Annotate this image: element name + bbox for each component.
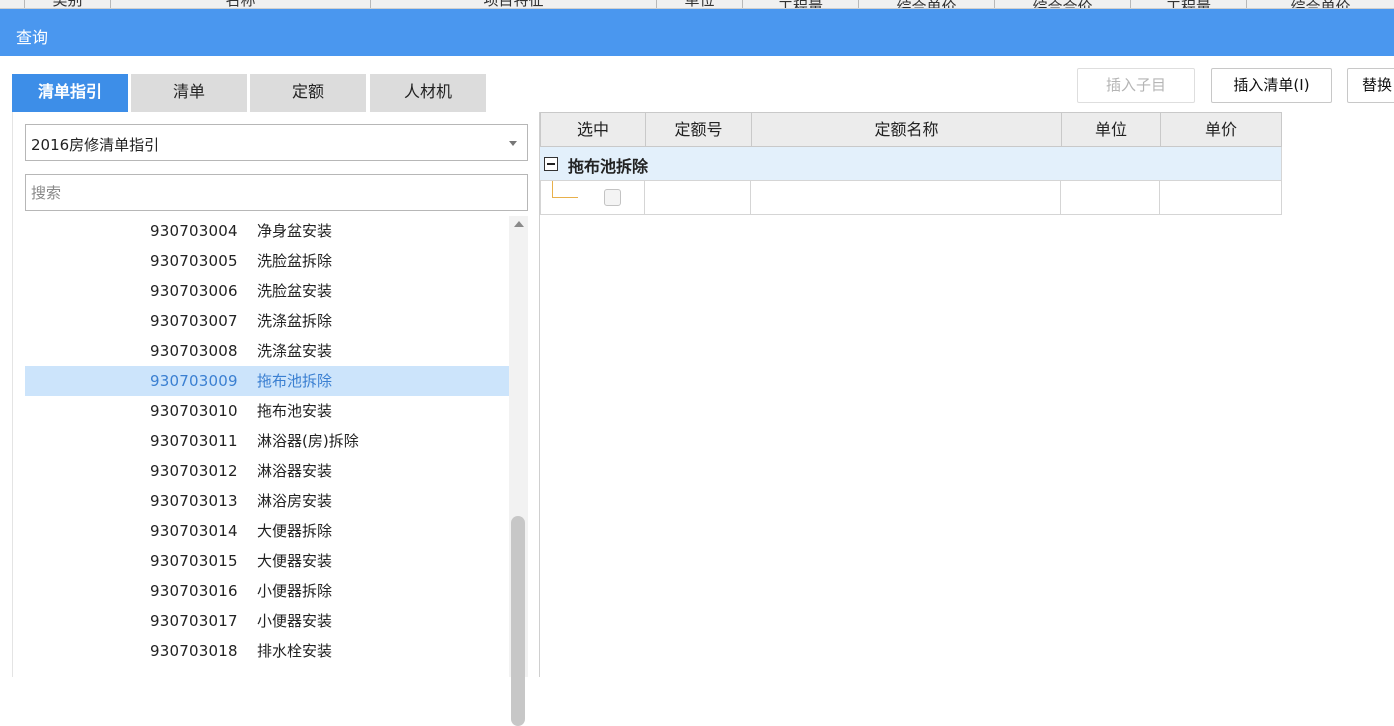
replace-button[interactable]: 替换 — [1347, 68, 1394, 103]
search-field[interactable] — [25, 174, 528, 211]
tree-item[interactable]: 930703005 洗脸盆拆除 — [25, 246, 509, 276]
guide-library-dropdown[interactable]: 2016房修清单指引 — [25, 124, 528, 161]
dialog-title: 查询 — [16, 28, 49, 47]
item-name: 大便器安装 — [257, 552, 333, 570]
column-header-unit-price[interactable]: 单价 — [1160, 112, 1282, 147]
group-row[interactable]: 拖布池拆除 — [540, 147, 1282, 181]
cell-selected — [540, 181, 645, 215]
tree-item[interactable]: 930703006 洗脸盆安装 — [25, 276, 509, 306]
item-name: 小便器安装 — [257, 612, 333, 630]
item-code: 930703008 — [150, 342, 238, 360]
item-code: 930703006 — [150, 282, 238, 300]
bg-column-header: 工程量 — [1130, 0, 1246, 8]
tree-item[interactable]: 930703014 大便器拆除 — [25, 516, 509, 546]
item-name: 小便器拆除 — [257, 582, 333, 600]
cell-quota-name[interactable] — [751, 181, 1061, 215]
scrollbar-thumb[interactable] — [511, 516, 525, 726]
bg-column-header: 综合合价 — [994, 0, 1130, 8]
item-code: 930703005 — [150, 252, 238, 270]
item-code: 930703017 — [150, 612, 238, 630]
tree-item[interactable]: 930703016 小便器拆除 — [25, 576, 509, 606]
item-name: 大便器拆除 — [257, 522, 333, 540]
tree-connector-line — [552, 181, 578, 198]
item-name: 淋浴器安装 — [257, 462, 333, 480]
tree-item[interactable]: 930703012 淋浴器安装 — [25, 456, 509, 486]
insert-child-button[interactable]: 插入子目 — [1077, 68, 1195, 103]
bg-column-header: 工程量 — [742, 0, 858, 8]
tree-item[interactable]: 930703011 淋浴器(房)拆除 — [25, 426, 509, 456]
column-header-quota-name[interactable]: 定额名称 — [751, 112, 1062, 147]
tab-quota[interactable]: 定额 — [250, 74, 366, 112]
tree-item-selected[interactable]: 930703009 拖布池拆除 — [25, 366, 509, 396]
tree-item[interactable]: 930703007 洗涤盆拆除 — [25, 306, 509, 336]
list-guide-panel: 2016房修清单指引 930703004 净身盆安装 930703005 洗脸盆拆除… — [12, 112, 540, 726]
item-code: 930703007 — [150, 312, 238, 330]
scroll-up-arrow-icon[interactable] — [514, 221, 524, 227]
tree-item[interactable]: 930703004 净身盆安装 — [25, 216, 509, 246]
item-code: 930703012 — [150, 462, 238, 480]
bg-column-header: 单位 — [656, 0, 742, 8]
column-header-quota-code[interactable]: 定额号 — [645, 112, 752, 147]
dialog-title-bar[interactable]: 查询 — [0, 9, 1394, 56]
bg-column-header: 项目特征 — [370, 0, 656, 8]
vertical-scrollbar[interactable] — [509, 216, 528, 726]
tab-list[interactable]: 清单 — [131, 74, 247, 112]
item-code: 930703016 — [150, 582, 238, 600]
item-name: 净身盆安装 — [257, 222, 333, 240]
item-name: 洗涤盆拆除 — [257, 312, 333, 330]
tree-item[interactable]: 930703017 小便器安装 — [25, 606, 509, 636]
item-code: 930703009 — [150, 372, 238, 390]
item-name: 拖布池安装 — [257, 402, 333, 420]
group-label: 拖布池拆除 — [568, 157, 649, 176]
tree-item[interactable]: 930703013 淋浴房安装 — [25, 486, 509, 516]
bg-column-header: 类别 — [24, 0, 110, 8]
tree-item[interactable]: 930703008 洗涤盆安装 — [25, 336, 509, 366]
item-name: 洗脸盆安装 — [257, 282, 333, 300]
item-code: 930703010 — [150, 402, 238, 420]
tree-item[interactable]: 930703018 排水栓安装 — [25, 636, 509, 666]
item-name: 拖布池拆除 — [257, 372, 333, 390]
tab-labor-material-machine[interactable]: 人材机 — [370, 74, 486, 112]
table-row[interactable] — [540, 181, 1282, 215]
cell-quota-code[interactable] — [645, 181, 751, 215]
item-name: 淋浴房安装 — [257, 492, 333, 510]
item-name: 排水栓安装 — [257, 642, 333, 660]
insert-list-button[interactable]: 插入清单(I) — [1211, 68, 1332, 103]
item-code: 930703011 — [150, 432, 238, 450]
bg-column-header: 综合单价 — [858, 0, 994, 8]
tree-item[interactable]: 930703015 大便器安装 — [25, 546, 509, 576]
cell-unit-price[interactable] — [1160, 181, 1282, 215]
background-table-header: 类别 名称 项目特征 单位 工程量 综合单价 综合合价 工程量 综合单价 — [0, 0, 1394, 9]
tree-item[interactable]: 930703010 拖布池安装 — [25, 396, 509, 426]
cell-unit[interactable] — [1061, 181, 1160, 215]
bg-column-header: 综合单价 — [1246, 0, 1394, 8]
collapse-toggle-icon[interactable] — [544, 157, 558, 171]
column-header-selected[interactable]: 选中 — [540, 112, 646, 147]
row-checkbox[interactable] — [604, 189, 621, 206]
item-name: 淋浴器(房)拆除 — [257, 432, 359, 450]
item-name: 洗脸盆拆除 — [257, 252, 333, 270]
chevron-down-icon[interactable] — [509, 141, 517, 146]
tab-list-guide[interactable]: 清单指引 — [12, 74, 128, 112]
column-header-unit[interactable]: 单位 — [1061, 112, 1161, 147]
guide-tree: 930703004 净身盆安装 930703005 洗脸盆拆除 930703006 洗… — [25, 216, 509, 677]
dropdown-value: 2016房修清单指引 — [31, 136, 160, 154]
item-code: 930703013 — [150, 492, 238, 510]
item-code: 930703018 — [150, 642, 238, 660]
item-code: 930703015 — [150, 552, 238, 570]
item-name: 洗涤盆安装 — [257, 342, 333, 360]
bg-column-header: 名称 — [110, 0, 370, 8]
item-code: 930703004 — [150, 222, 238, 240]
item-code: 930703014 — [150, 522, 238, 540]
search-input[interactable] — [26, 175, 527, 210]
